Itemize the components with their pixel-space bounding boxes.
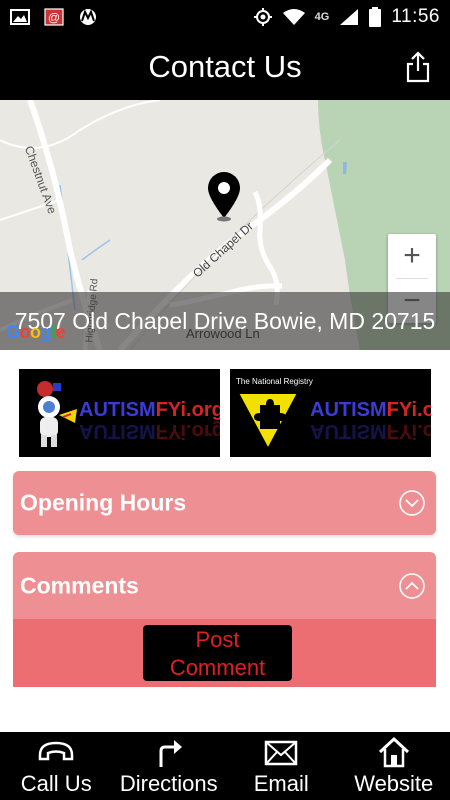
zoom-in-button[interactable]: +	[388, 234, 436, 278]
comments-title: Comments	[20, 572, 139, 598]
image-icon	[10, 8, 30, 25]
bottom-nav: Call Us Directions Email Website	[0, 732, 450, 800]
mail-notification-icon: @	[44, 7, 64, 26]
website-label: Website	[354, 771, 434, 796]
street-label-arrowood: Arrowood Ln	[186, 326, 260, 341]
home-icon	[378, 736, 409, 768]
call-us-button[interactable]: Call Us	[0, 732, 113, 800]
status-bar: @ 4G 11:56	[0, 0, 450, 33]
post-comment-button[interactable]: Post Comment	[143, 625, 292, 681]
post-comment-label-line2: Comment	[169, 655, 266, 680]
google-logo: Google	[6, 322, 66, 342]
directions-button[interactable]: Directions	[113, 732, 226, 800]
call-us-label: Call Us	[20, 771, 92, 796]
chevron-up-icon	[399, 572, 425, 599]
registry-wordmark-reflection: AUTISMFYi.org	[310, 420, 431, 442]
website-button[interactable]: Website	[338, 732, 450, 800]
national-registry-logo[interactable]: The National Registry AUTISMFYi.org AUTI…	[230, 369, 431, 457]
directions-label: Directions	[119, 771, 218, 796]
post-comment-label-line1: Post	[195, 627, 240, 652]
opening-hours-title: Opening Hours	[20, 489, 187, 516]
comments-panel[interactable]: Comments	[13, 552, 436, 619]
email-button[interactable]: Email	[225, 732, 338, 800]
sponsor-logos: AUTISMFYi.org AUTISMFYi.org The National…	[0, 350, 450, 470]
app-header: Contact Us	[0, 33, 450, 100]
email-label: Email	[253, 771, 309, 796]
puzzle-triangle-icon	[236, 392, 300, 451]
status-right: 4G 11:56	[253, 6, 440, 28]
logo-wordmark-reflection: AUTISMFYi.org	[79, 420, 220, 442]
wifi-icon	[282, 8, 305, 25]
opening-hours-panel[interactable]: Opening Hours	[13, 471, 436, 535]
address-overlay: 7507 Old Chapel Drive Bowie, MD 20715	[0, 292, 450, 350]
envelope-icon	[265, 740, 298, 766]
registry-caption: The National Registry	[236, 377, 313, 386]
phone-icon	[39, 741, 74, 761]
motorola-icon	[80, 8, 96, 25]
status-time: 11:56	[391, 5, 440, 27]
location-map[interactable]: Chestnut Ave Old Chapel Dr Highbridge Rd…	[0, 100, 450, 350]
svg-text:@: @	[48, 10, 60, 24]
astronaut-icon	[37, 381, 77, 447]
app-screen: @ 4G 11:56 Contact Us Chestnut Ave Old C…	[0, 0, 450, 800]
directions-arrow-icon	[159, 740, 182, 767]
autism-fyi-logo[interactable]: AUTISMFYi.org AUTISMFYi.org	[19, 369, 220, 457]
share-icon[interactable]	[404, 51, 432, 83]
signal-icon	[340, 8, 359, 25]
chevron-down-icon	[399, 490, 425, 516]
page-title: Contact Us	[148, 48, 302, 84]
network-type: 4G	[314, 10, 330, 23]
comments-body: Post Comment	[13, 619, 436, 687]
status-left: @	[10, 7, 98, 26]
gps-icon	[253, 7, 272, 26]
battery-icon	[369, 6, 382, 27]
